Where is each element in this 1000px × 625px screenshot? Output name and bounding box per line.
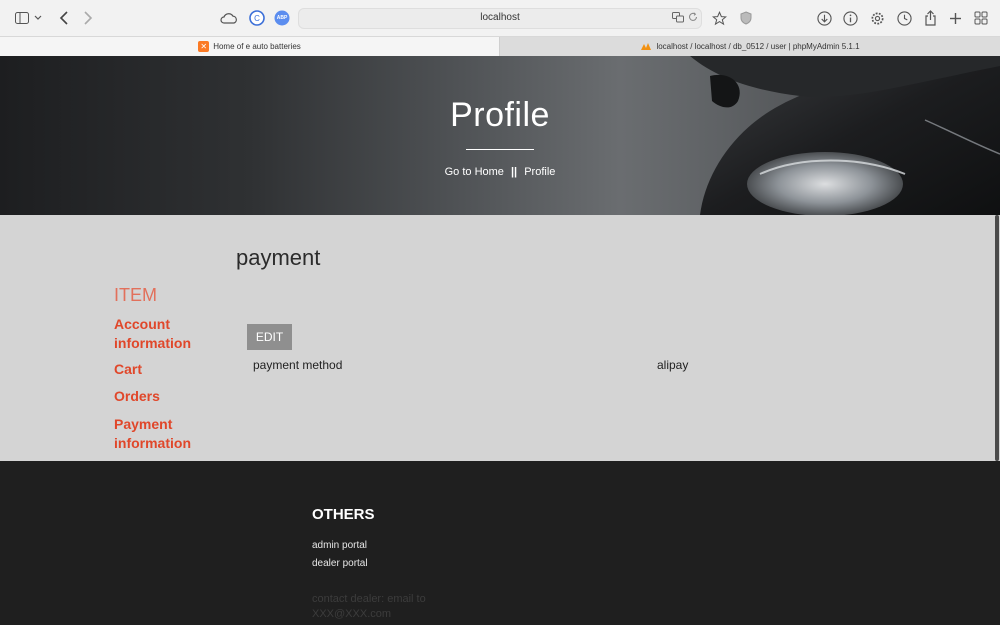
scrollbar[interactable] [995,215,999,461]
address-text: localhost [480,12,520,23]
forward-icon[interactable] [78,8,98,28]
breadcrumb-home-link[interactable]: Go to Home [445,166,504,178]
title-divider [466,149,534,150]
breadcrumb-current: Profile [524,166,556,178]
page-title: Profile [450,96,550,134]
history-icon[interactable] [894,8,914,28]
tab-phpmyadmin[interactable]: localhost / localhost / db_0512 / user |… [500,37,1000,56]
car-image [690,56,1000,215]
contact-text: contact dealer: email to XXX@XXX.com [312,593,426,620]
reload-icon[interactable] [688,12,698,25]
download-icon[interactable] [814,8,834,28]
chevron-down-icon[interactable] [32,8,44,28]
bookmark-star-icon[interactable] [709,8,729,28]
admin-portal-link[interactable]: admin portal [312,540,367,551]
cloud-icon[interactable] [219,8,239,28]
share-icon[interactable] [920,8,940,28]
info-icon[interactable] [840,8,860,28]
footer: OTHERS admin portal dealer portal contac… [0,461,1000,625]
tab-label: Home of e auto batteries [213,42,301,51]
tab-bar: ✕ Home of e auto batteries localhost / l… [0,36,1000,56]
extension-icon[interactable]: C [247,8,267,28]
address-bar[interactable]: localhost [298,8,702,29]
tab-label: localhost / localhost / db_0512 / user |… [656,42,860,51]
breadcrumb: Go to Home || Profile [0,166,1000,178]
section-heading: payment [236,245,321,270]
payment-method-label: payment method [253,358,343,372]
edit-button[interactable]: EDIT [247,324,292,350]
translate-icon[interactable] [672,12,684,26]
breadcrumb-separator: || [510,166,518,178]
tab-home[interactable]: ✕ Home of e auto batteries [0,37,500,56]
payment-method-value: alipay [657,358,689,372]
sidebar-icon[interactable] [12,8,32,28]
phpmyadmin-icon [641,43,652,50]
back-icon[interactable] [54,8,74,28]
sidebar-item-payment[interactable]: Payment information [114,415,214,453]
svg-text:C: C [254,14,260,23]
adblock-label: ABP [276,15,288,21]
footer-heading: OTHERS [312,506,375,523]
main-content: payment ITEM Account information Cart Or… [0,215,1000,461]
shield-icon[interactable] [736,8,756,28]
sidebar-item-orders[interactable]: Orders [114,387,160,406]
sidebar-item-cart[interactable]: Cart [114,360,142,379]
dealer-portal-link[interactable]: dealer portal [312,558,368,569]
sidebar-item-account[interactable]: Account information [114,315,214,353]
tab-overview-icon[interactable] [971,8,991,28]
new-tab-icon[interactable] [945,8,965,28]
gear-icon[interactable] [867,8,887,28]
browser-toolbar: C ABP localhost [0,0,1000,36]
adblock-icon[interactable]: ABP [272,8,292,28]
hero-banner: Profile Go to Home || Profile [0,56,1000,215]
xampp-icon: ✕ [198,41,210,52]
sidebar-title: ITEM [114,285,157,305]
